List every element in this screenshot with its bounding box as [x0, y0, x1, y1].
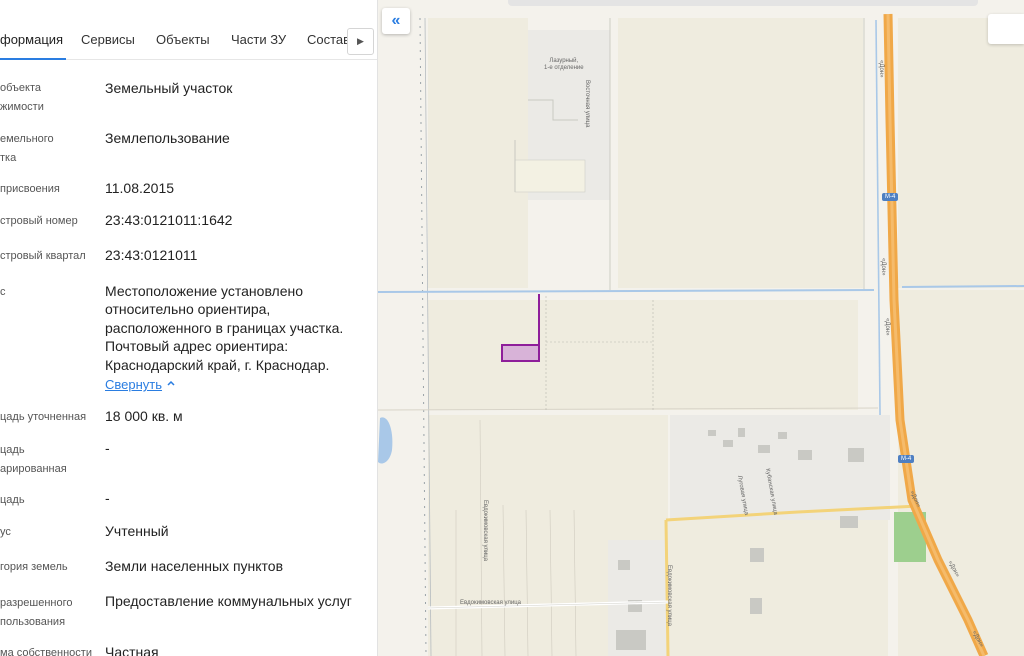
building — [778, 432, 787, 439]
row-label-land-category: гория земель — [0, 561, 68, 573]
row-value-ownership: Частная — [105, 644, 159, 656]
tab-parts[interactable]: Части ЗУ — [231, 32, 286, 47]
row-value-land-category: Земли населенных пунктов — [105, 558, 284, 574]
settlement-label: Лазурный, 1-е отделение — [544, 58, 584, 71]
village-block — [670, 415, 890, 520]
row-value-parcel-type: Землепользование — [105, 130, 230, 146]
street-label-evdokimov-horizontal: Евдокимовская улица — [460, 600, 522, 606]
row-label-area: цадь — [0, 494, 25, 506]
canal-line — [901, 285, 1024, 288]
tabs-bar: формация Сервисы Объекты Части ЗУ Состав… — [0, 24, 377, 60]
building — [750, 548, 764, 562]
tab-services[interactable]: Сервисы — [81, 32, 135, 47]
collapse-panel-button[interactable]: « — [382, 8, 410, 34]
map-canvas[interactable] — [378, 0, 1024, 656]
building — [738, 428, 745, 437]
highway-label-don-2: «Дон» — [880, 258, 886, 276]
row-value-area: - — [105, 490, 110, 506]
row-value-cadastral-quarter: 23:43:0121011 — [105, 247, 198, 263]
row-label-address: с — [0, 286, 6, 298]
building — [840, 516, 858, 528]
railway-line — [419, 17, 427, 656]
tab-objects[interactable]: Объекты — [156, 32, 210, 47]
building — [618, 560, 630, 570]
row-label-assign-date: присвоения — [0, 183, 60, 195]
building — [848, 448, 864, 462]
row-label-cadastral-quarter: стровый квартал — [0, 250, 86, 262]
highway-label-don-3: «Дон» — [884, 318, 890, 336]
row-label-ownership: ма собственности — [0, 647, 92, 656]
field-area — [618, 18, 863, 288]
map-control-button[interactable] — [988, 14, 1024, 44]
row-value-object-type: Земельный участок — [105, 80, 233, 96]
canal-line — [378, 289, 875, 293]
building — [758, 445, 770, 453]
row-value-assign-date: 11.08.2015 — [105, 180, 175, 196]
parcel-polygon[interactable] — [501, 344, 540, 362]
row-label-parcel-type: емельного тка — [0, 133, 54, 164]
field-area — [428, 300, 858, 410]
building — [798, 450, 812, 460]
field-area — [898, 18, 1024, 288]
row-label-area-specified: цадь уточненная — [0, 411, 87, 423]
route-badge-m4: М-4 — [898, 455, 915, 463]
field-area — [668, 520, 888, 656]
map-view[interactable]: « Лазурный, 1-е отделение Восточная улица… — [378, 0, 1024, 656]
highway-label-don-1: «Дон» — [878, 60, 884, 78]
row-label-object-type: объекта жимости — [0, 82, 44, 113]
double-chevron-left-icon: « — [391, 12, 401, 29]
building — [708, 430, 716, 436]
street-label-evdokimov-vertical-2: Евдокимовская улица — [666, 565, 672, 627]
building — [750, 598, 762, 614]
row-value-status: Учтенный — [105, 523, 169, 539]
row-value-cadastral-number: 23:43:0121011:1642 — [105, 212, 233, 228]
field-area — [428, 18, 528, 288]
row-label-cadastral-number: стровый номер — [0, 215, 78, 227]
water-body — [378, 417, 393, 464]
row-value-address: Местоположение установлено относительно … — [105, 283, 344, 373]
collapse-link[interactable]: Свернуть — [105, 377, 162, 392]
active-tab-indicator — [0, 58, 66, 60]
building — [616, 630, 646, 650]
row-label-permitted-use: разрешенного пользования — [0, 597, 73, 628]
row-value-area-specified: 18 000 кв. м — [105, 408, 183, 424]
info-panel: формация Сервисы Объекты Части ЗУ Состав… — [0, 0, 378, 656]
tabs-scroll-right-button[interactable]: ▶ — [347, 28, 374, 55]
row-value-permitted-use: Предоставление коммунальных услуг — [105, 593, 352, 609]
row-label-area-declared: цадь арированная — [0, 444, 67, 475]
tab-composition[interactable]: Состав — [307, 32, 350, 47]
street-label-east: Восточная улица — [584, 80, 590, 128]
row-value-area-declared: - — [105, 440, 110, 456]
tab-information[interactable]: формация — [0, 32, 63, 47]
map-top-bar — [508, 0, 978, 6]
row-label-status: ус — [0, 526, 11, 538]
route-badge-m4: М-4 — [882, 193, 899, 201]
settlement-block — [514, 159, 586, 193]
building — [723, 440, 733, 447]
chevron-right-icon: ▶ — [357, 36, 364, 46]
street-label-evdokimov-vertical-1: Евдокимовская улица — [482, 500, 488, 562]
chevron-up-icon[interactable] — [166, 378, 176, 388]
